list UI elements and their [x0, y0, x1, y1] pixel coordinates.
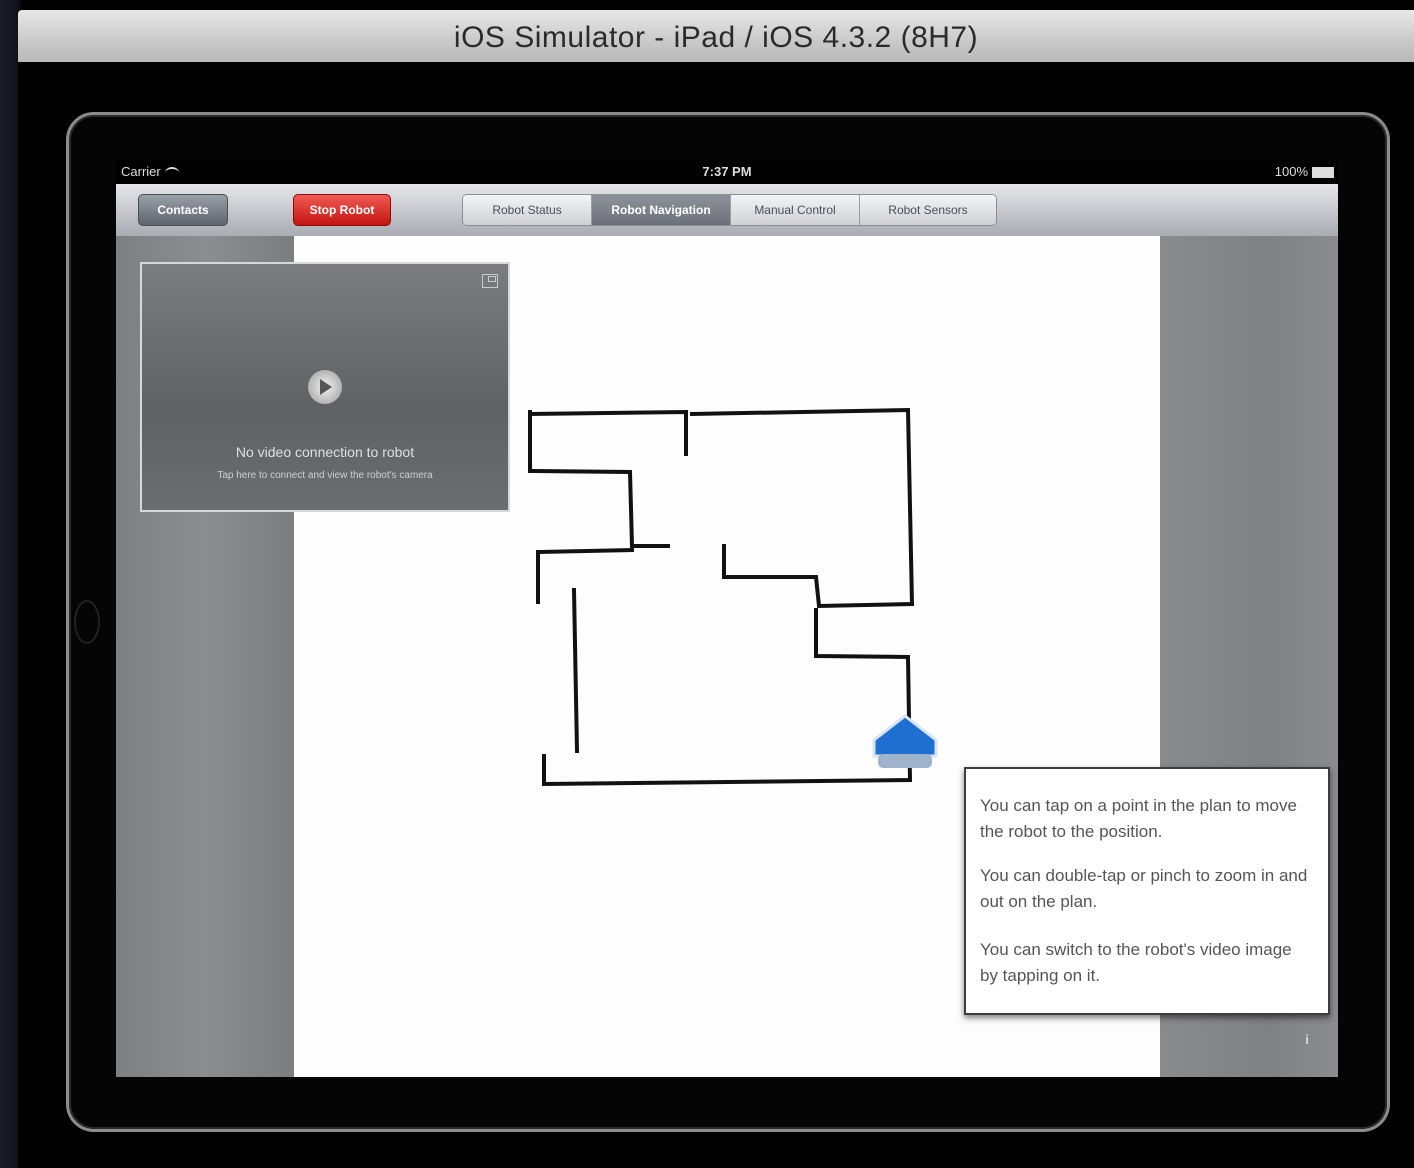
video-status-message: No video connection to robot: [235, 444, 415, 460]
status-time: 7:37 PM: [702, 164, 752, 179]
help-text-zoom: You can double-tap or pinch to zoom in a…: [980, 866, 1308, 911]
robot-video-view[interactable]: No video connection to robot Tap here to…: [140, 262, 510, 512]
fullscreen-icon[interactable]: [482, 274, 498, 288]
battery-percentage: 100%: [1274, 164, 1308, 179]
stop-robot-button[interactable]: Stop Robot: [293, 194, 391, 226]
help-text-tap: You can tap on a point in the plan to mo…: [980, 796, 1297, 841]
contacts-button[interactable]: Contacts: [138, 194, 228, 226]
camera-icon: [74, 600, 100, 644]
help-popover[interactable]: You can tap on a point in the plan to mo…: [964, 767, 1330, 1015]
robot-icon[interactable]: [864, 712, 946, 774]
simulator-title-bar[interactable]: iOS Simulator - iPad / iOS 4.3.2 (8H7): [18, 10, 1414, 63]
battery-icon: [1312, 167, 1334, 178]
tab-robot-sensors[interactable]: Robot Sensors: [860, 195, 996, 225]
video-camera-icon: [308, 370, 342, 404]
help-text-video: You can switch to the robot's video imag…: [980, 940, 1292, 985]
window-title: iOS Simulator - iPad / iOS 4.3.2 (8H7): [453, 21, 979, 54]
info-icon[interactable]: i: [1300, 1032, 1314, 1050]
tab-robot-status[interactable]: Robot Status: [463, 195, 592, 225]
navigation-bar: Contacts Stop Robot Robot Status Robot N…: [116, 184, 1338, 237]
video-hint-text: Tap here to connect and view the robot's…: [217, 470, 433, 481]
view-segmented-control: Robot Status Robot Navigation Manual Con…: [462, 194, 997, 226]
tab-robot-navigation[interactable]: Robot Navigation: [592, 195, 731, 225]
tab-manual-control[interactable]: Manual Control: [731, 195, 860, 225]
status-bar: Carrier 7:37 PM 100%: [116, 160, 1338, 184]
